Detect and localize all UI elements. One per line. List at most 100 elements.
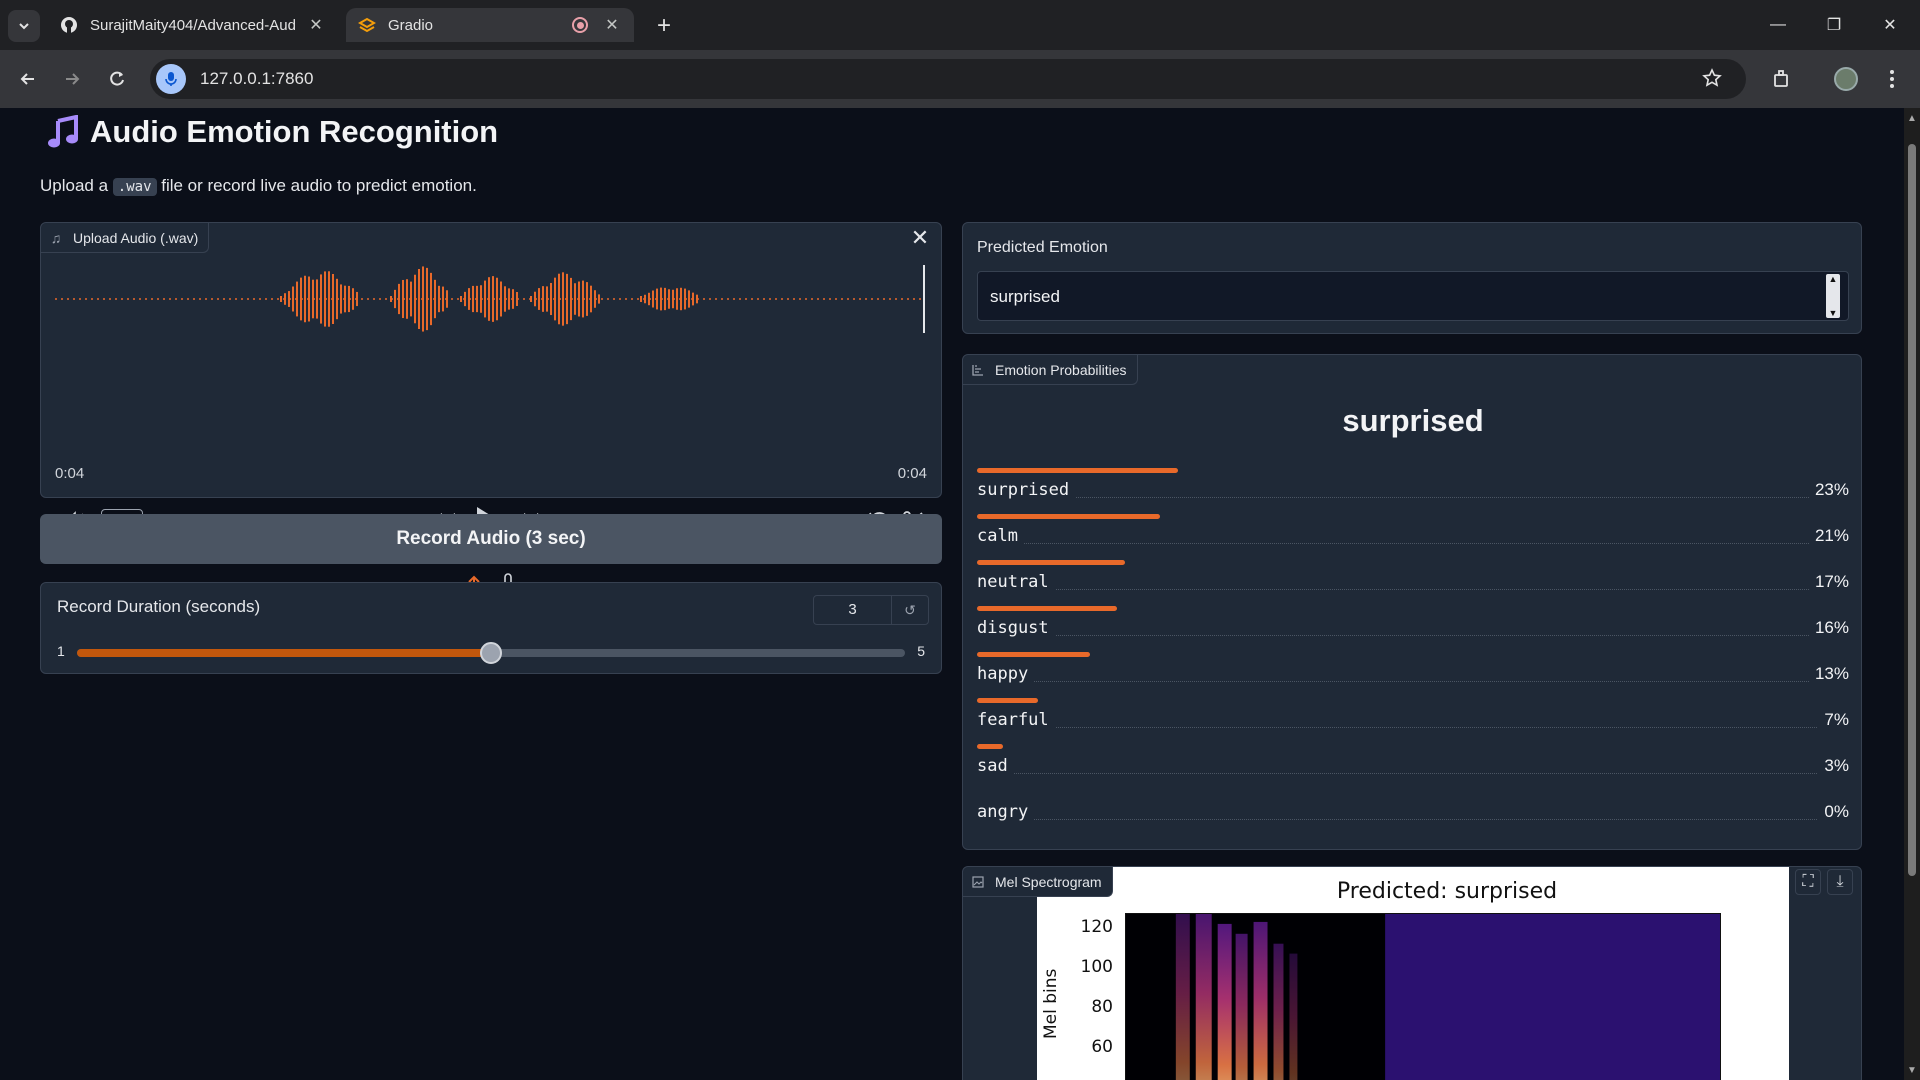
download-icon[interactable]: ⤓ — [1827, 869, 1853, 895]
subtitle-text: file or record live audio to predict emo… — [156, 176, 477, 195]
recording-indicator-icon — [572, 17, 588, 33]
tab-search-button[interactable] — [8, 10, 40, 42]
textbox-scroll-control[interactable]: ▲ ▼ — [1826, 274, 1840, 318]
emotion-percentage: 7% — [1818, 710, 1849, 730]
record-audio-button[interactable]: Record Audio (3 sec) — [40, 514, 942, 564]
dotted-leader — [977, 773, 1849, 774]
new-tab-button[interactable]: + — [650, 12, 678, 40]
scroll-down-arrow[interactable]: ▼ — [1907, 1066, 1917, 1076]
emotion-percentage: 21% — [1808, 526, 1849, 546]
back-icon[interactable] — [12, 63, 44, 95]
mel-spectrogram-panel: Mel Spectrogram Predicted: surprised 120… — [962, 866, 1862, 1080]
probability-bar — [977, 652, 1091, 657]
page-scrollbar[interactable]: ▲ ▼ — [1904, 108, 1920, 1080]
emotion-percentage: 13% — [1808, 664, 1849, 684]
emotion-name: calm — [977, 526, 1024, 546]
clear-audio-button[interactable]: ✕ — [907, 225, 933, 251]
record-duration-panel: Record Duration (seconds) 3 ↺ 1 5 — [40, 582, 942, 674]
emotion-name: sad — [977, 756, 1014, 776]
probability-bar — [977, 560, 1126, 565]
address-bar[interactable]: 127.0.0.1:7860 — [150, 59, 1746, 99]
probabilities-panel-label: Emotion Probabilities — [963, 355, 1138, 385]
restore-icon[interactable]: ❐ — [1816, 10, 1852, 40]
emotion-name: disgust — [977, 618, 1055, 638]
probability-bar — [977, 698, 1039, 703]
probability-bar — [977, 606, 1117, 611]
duration-slider[interactable] — [77, 642, 905, 664]
dotted-leader — [977, 543, 1849, 544]
y-tick: 100 — [1080, 957, 1113, 977]
probabilities-label-text: Emotion Probabilities — [995, 361, 1127, 378]
emotion-percentage: 16% — [1808, 618, 1849, 638]
predicted-emotion-panel: Predicted Emotion surprised ▲ ▼ — [962, 222, 1862, 334]
browser-toolbar: 127.0.0.1:7860 — [0, 50, 1920, 108]
subtitle-text: Upload a — [40, 176, 113, 195]
y-tick: 60 — [1091, 1037, 1113, 1057]
browser-tabstrip: SurajitMaity404/Advanced-Aud ✕ Gradio ✕ … — [0, 0, 1920, 50]
chevron-down-icon — [19, 23, 29, 30]
predicted-emotion-value: surprised — [990, 287, 1060, 306]
spectrogram-heatmap — [1125, 913, 1721, 1080]
browser-tab-gradio[interactable]: Gradio ✕ — [346, 8, 634, 42]
emotion-percentage: 3% — [1818, 756, 1849, 776]
page-title: Audio Emotion Recognition — [46, 114, 498, 150]
probability-row: neutral 17% — [977, 559, 1849, 605]
slider-thumb[interactable] — [480, 642, 502, 664]
scroll-up-icon[interactable]: ▲ — [1829, 274, 1838, 284]
browser-menu-icon[interactable] — [1876, 63, 1908, 95]
close-tab-icon[interactable]: ✕ — [306, 15, 326, 35]
slider-fill — [77, 649, 491, 657]
file-extension-code: .wav — [112, 178, 157, 196]
bookmark-star-icon[interactable] — [1702, 68, 1722, 93]
scroll-up-arrow[interactable]: ▲ — [1907, 114, 1917, 124]
page-title-text: Audio Emotion Recognition — [90, 114, 499, 149]
reset-icon[interactable]: ↺ — [892, 596, 928, 624]
dotted-leader — [977, 497, 1849, 498]
scroll-down-icon[interactable]: ▼ — [1829, 308, 1838, 318]
emotion-name: angry — [977, 802, 1035, 822]
tab-title: SurajitMaity404/Advanced-Aud — [90, 16, 296, 34]
duration-value[interactable]: 3 — [814, 596, 892, 624]
probability-bar — [977, 514, 1161, 519]
minimize-icon[interactable]: — — [1760, 10, 1796, 40]
audio-upload-panel: ♫ Upload Audio (.wav) ✕ 0:04 0:04 1x — [40, 222, 942, 594]
current-time: 0:04 — [55, 465, 85, 482]
microphone-icon[interactable] — [156, 64, 186, 94]
music-note-icon — [48, 115, 78, 148]
reload-icon[interactable] — [101, 63, 133, 95]
audio-waveform[interactable] — [55, 259, 927, 339]
profile-avatar[interactable] — [1830, 63, 1862, 95]
probability-row: fearful 7% — [977, 697, 1849, 743]
emotion-name: surprised — [977, 480, 1076, 500]
tab-title: Gradio — [388, 16, 434, 34]
close-tab-icon[interactable]: ✕ — [602, 15, 622, 35]
spectrogram-label-text: Mel Spectrogram — [995, 873, 1102, 890]
scrollbar-thumb[interactable] — [1908, 144, 1916, 876]
slider-label: Record Duration (seconds) — [57, 597, 261, 616]
duration-number-input[interactable]: 3 ↺ — [813, 595, 929, 625]
y-axis-label: Mel bins — [1041, 968, 1061, 1039]
top-emotion-heading: surprised — [1342, 403, 1484, 438]
probability-bar — [977, 468, 1178, 473]
forward-icon[interactable] — [56, 63, 88, 95]
dotted-leader — [977, 589, 1849, 590]
browser-tab-github[interactable]: SurajitMaity404/Advanced-Aud ✕ — [48, 8, 338, 42]
image-toolbar: ⛶ ⤓ — [1795, 869, 1853, 895]
emotion-name: happy — [977, 664, 1035, 684]
predicted-emotion-textbox[interactable]: surprised ▲ ▼ — [977, 271, 1849, 321]
probability-row: surprised 23% — [977, 467, 1849, 513]
audio-label-text: Upload Audio (.wav) — [73, 229, 199, 246]
url-text: 127.0.0.1:7860 — [200, 69, 314, 88]
emotion-name: fearful — [977, 710, 1055, 730]
emotion-percentage: 23% — [1808, 480, 1849, 500]
y-tick: 120 — [1080, 917, 1113, 937]
y-tick: 80 — [1091, 997, 1113, 1017]
github-icon — [60, 16, 78, 34]
music-icon: ♫ — [50, 229, 62, 246]
probability-bar — [977, 744, 1004, 749]
slider-max: 5 — [917, 643, 925, 659]
emotion-probabilities-panel: Emotion Probabilities surprised surprise… — [962, 354, 1862, 850]
window-close-icon[interactable]: ✕ — [1872, 10, 1908, 40]
fullscreen-icon[interactable]: ⛶ — [1795, 869, 1821, 895]
extensions-icon[interactable] — [1766, 63, 1798, 95]
